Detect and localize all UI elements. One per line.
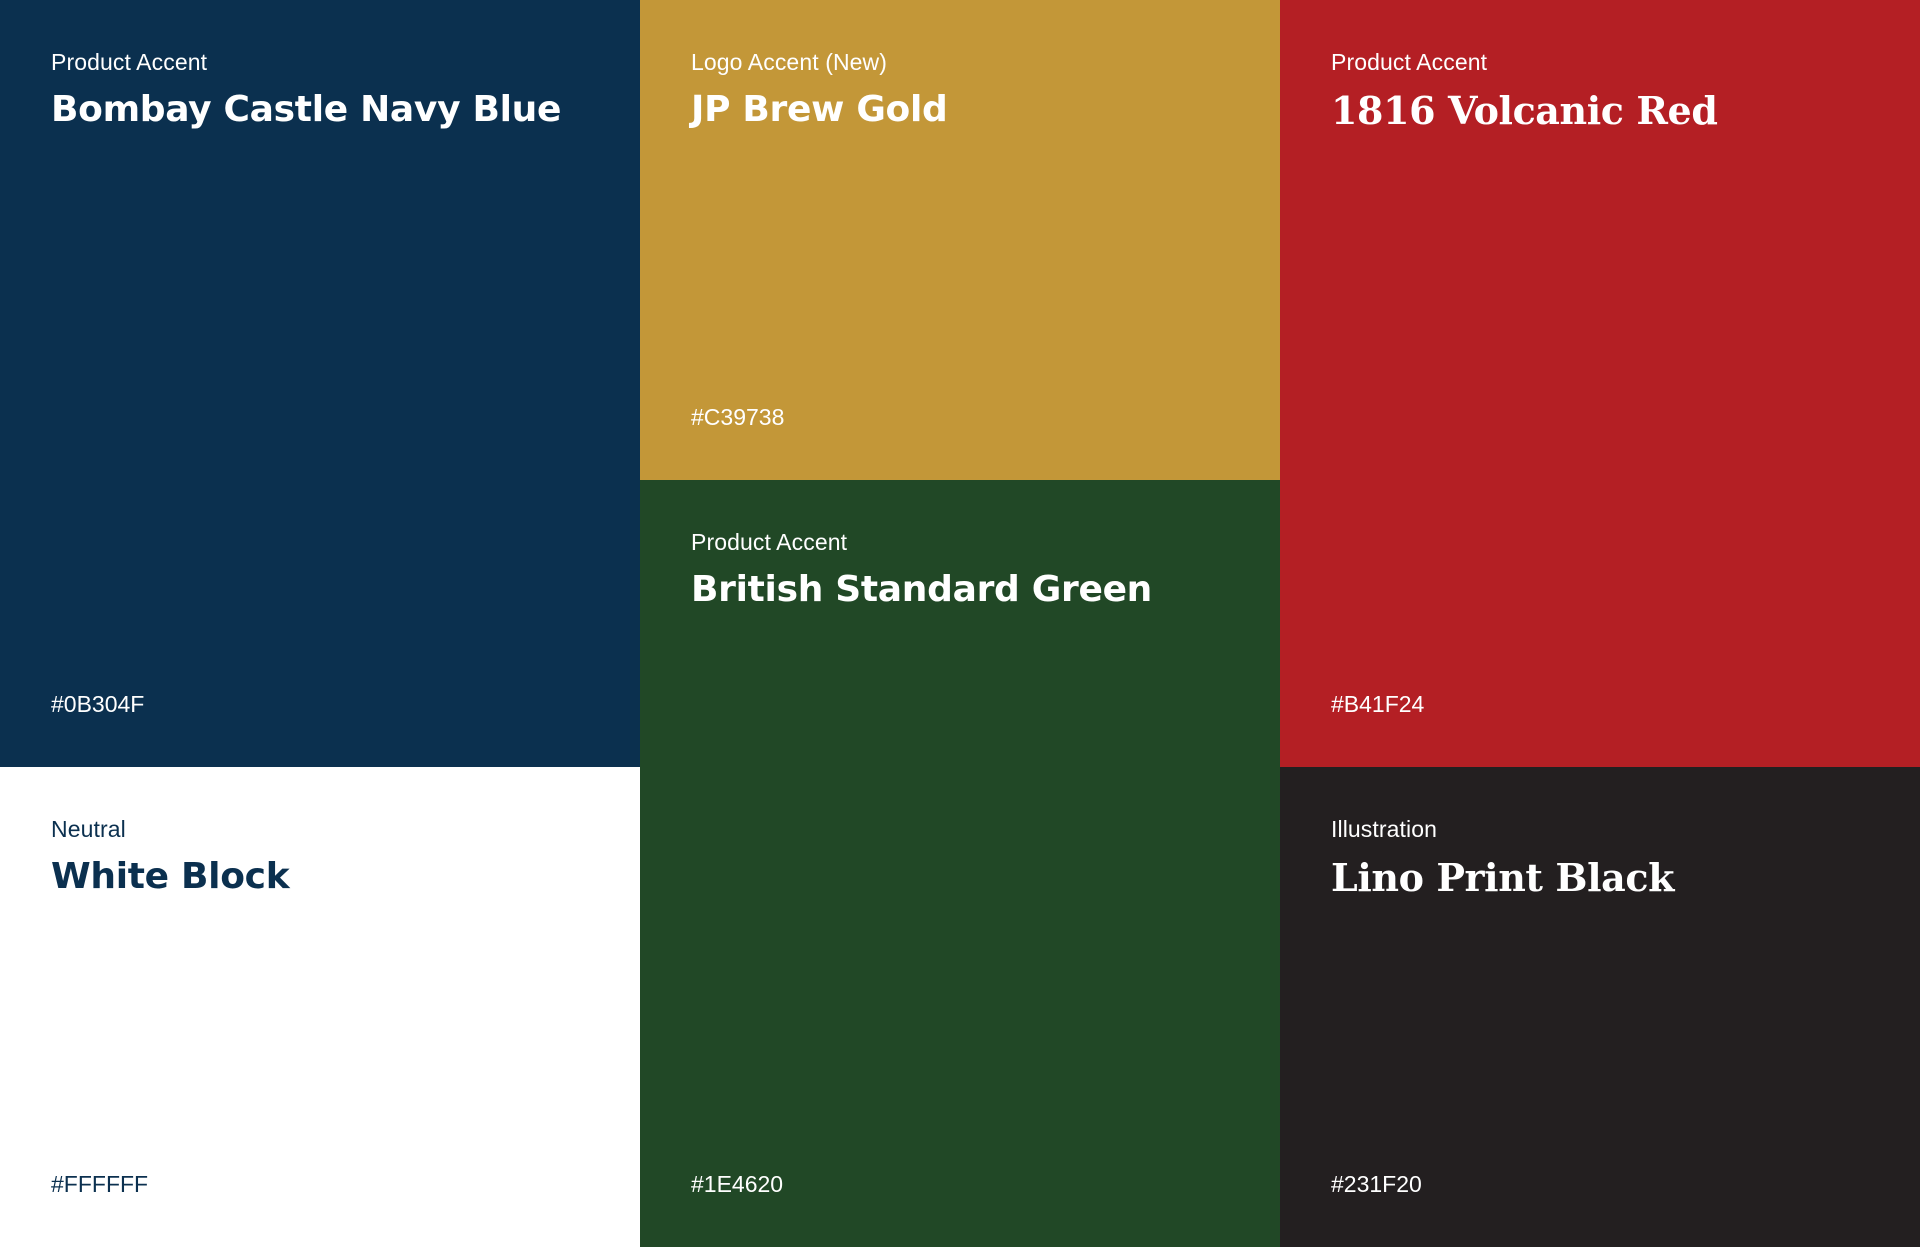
swatch-bombay-castle-navy-blue: Product Accent Bombay Castle Navy Blue #… [0,0,640,767]
swatch-1816-volcanic-red: Product Accent 1816 Volcanic Red #B41F24 [1280,0,1920,767]
swatch-british-standard-green: Product Accent British Standard Green #1… [640,480,1280,1247]
swatch-name: Bombay Castle Navy Blue [51,89,562,130]
swatch-category: Product Accent [691,529,848,555]
swatch-hex-code: #C39738 [691,404,785,430]
swatch-category: Logo Accent (New) [691,49,888,75]
swatch-category: Neutral [51,816,126,842]
swatch-lino-print-black: Illustration Lino Print Black #231F20 [1280,767,1920,1247]
swatch-jp-brew-gold: Logo Accent (New) JP Brew Gold #C39738 [640,0,1280,480]
color-palette: Product Accent Bombay Castle Navy Blue #… [0,0,1920,1247]
swatch-white-block: Neutral White Block #FFFFFF [0,767,640,1247]
swatch-hex-code: #1E4620 [691,1171,784,1197]
swatch-category: Product Accent [1331,49,1488,75]
swatch-hex-code: #0B304F [51,691,145,717]
swatch-hex-code: #B41F24 [1331,691,1425,717]
swatch-category: Product Accent [51,49,208,75]
swatch-hex-code: #231F20 [1331,1171,1422,1197]
swatch-name: British Standard Green [691,569,1153,610]
swatch-name: Lino Print Black [1331,855,1675,900]
swatch-hex-code: #FFFFFF [51,1171,149,1197]
swatch-name: White Block [51,856,290,897]
swatch-name: JP Brew Gold [691,89,948,130]
swatch-category: Illustration [1331,816,1438,842]
swatch-name: 1816 Volcanic Red [1331,88,1718,133]
